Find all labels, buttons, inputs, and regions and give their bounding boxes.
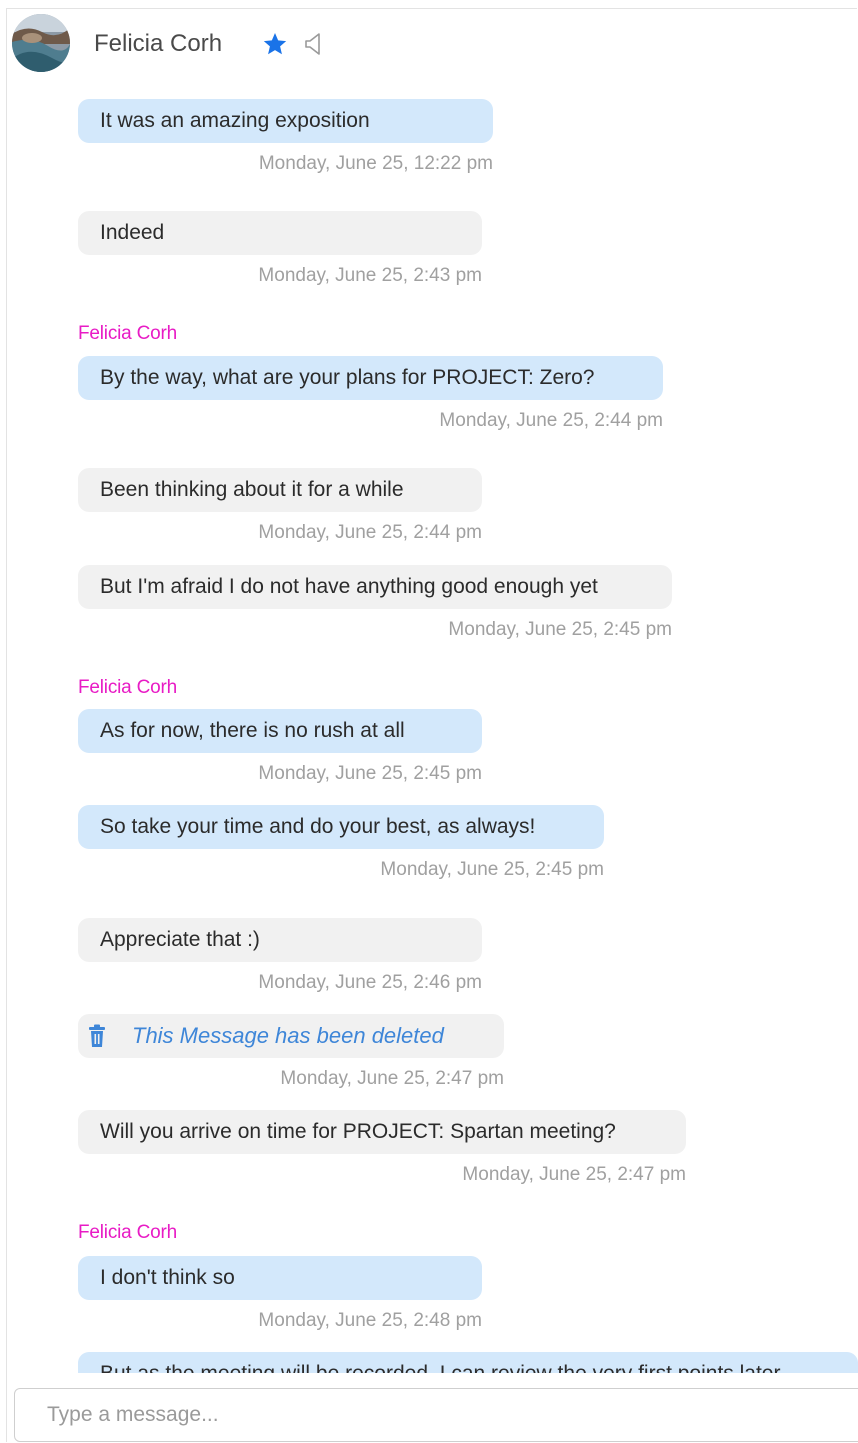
message-outgoing: Appreciate that :) Monday, June 25, 2:46… <box>78 918 482 993</box>
message-bubble[interactable]: Appreciate that :) <box>78 918 482 962</box>
message-bubble[interactable]: This Message has been deleted <box>78 1014 504 1058</box>
message-text: By the way, what are your plans for PROJ… <box>100 366 595 389</box>
message-incoming: But as the meeting will be recorded, I c… <box>78 1352 858 1373</box>
message-input[interactable] <box>15 1389 855 1441</box>
message-text: It was an amazing exposition <box>100 109 370 132</box>
sender-name: Felicia Corh <box>78 323 177 344</box>
message-timestamp: Monday, June 25, 2:47 pm <box>462 1164 686 1185</box>
message-composer <box>14 1388 858 1442</box>
message-text: So take your time and do your best, as a… <box>100 815 536 838</box>
message-timestamp: Monday, June 25, 2:45 pm <box>448 619 672 640</box>
avatar[interactable] <box>12 14 70 72</box>
message-incoming: As for now, there is no rush at all Mond… <box>78 709 482 784</box>
message-timestamp: Monday, June 25, 2:46 pm <box>258 972 482 993</box>
message-deleted: This Message has been deleted Monday, Ju… <box>78 1014 504 1089</box>
message-bubble[interactable]: Indeed <box>78 211 482 255</box>
avatar-photo-icon <box>12 14 70 72</box>
message-incoming: By the way, what are your plans for PROJ… <box>78 356 663 431</box>
message-timestamp: Monday, June 25, 2:43 pm <box>258 265 482 286</box>
message-outgoing: Been thinking about it for a while Monda… <box>78 468 482 543</box>
chat-header: Felicia Corh <box>12 14 412 74</box>
message-timestamp: Monday, June 25, 2:44 pm <box>258 522 482 543</box>
deleted-message-text: This Message has been deleted <box>132 1023 444 1048</box>
message-bubble[interactable]: It was an amazing exposition <box>78 99 493 143</box>
message-timestamp: Monday, June 25, 2:45 pm <box>380 859 604 880</box>
message-timestamp: Monday, June 25, 2:44 pm <box>439 410 663 431</box>
message-text: Will you arrive on time for PROJECT: Spa… <box>100 1120 616 1143</box>
message-outgoing: Will you arrive on time for PROJECT: Spa… <box>78 1110 686 1185</box>
message-text: I don't think so <box>100 1266 235 1289</box>
message-bubble[interactable]: But as the meeting will be recorded, I c… <box>78 1352 858 1373</box>
message-text: Indeed <box>100 221 165 244</box>
message-text: Been thinking about it for a while <box>100 478 404 501</box>
message-outgoing: But I'm afraid I do not have anything go… <box>78 565 672 640</box>
contact-name[interactable]: Felicia Corh <box>94 30 222 58</box>
sender-name: Felicia Corh <box>78 1222 177 1243</box>
message-timestamp: Monday, June 25, 2:47 pm <box>280 1068 504 1089</box>
message-bubble[interactable]: Will you arrive on time for PROJECT: Spa… <box>78 1110 686 1154</box>
star-icon[interactable] <box>262 31 288 57</box>
message-text: But as the meeting will be recorded, I c… <box>100 1362 780 1373</box>
message-bubble[interactable]: So take your time and do your best, as a… <box>78 805 604 849</box>
message-bubble[interactable]: I don't think so <box>78 1256 482 1300</box>
message-text: As for now, there is no rush at all <box>100 719 405 742</box>
message-incoming: So take your time and do your best, as a… <box>78 805 604 880</box>
message-timestamp: Monday, June 25, 2:45 pm <box>258 763 482 784</box>
message-bubble[interactable]: By the way, what are your plans for PROJ… <box>78 356 663 400</box>
message-incoming: I don't think so Monday, June 25, 2:48 p… <box>78 1256 482 1331</box>
message-timestamp: Monday, June 25, 2:48 pm <box>258 1310 482 1331</box>
message-text: Appreciate that :) <box>100 928 260 951</box>
message-outgoing: Indeed Monday, June 25, 2:43 pm <box>78 211 482 286</box>
message-timestamp: Monday, June 25, 12:22 pm <box>258 153 493 174</box>
trash-icon <box>89 1024 105 1047</box>
sender-name: Felicia Corh <box>78 677 177 698</box>
message-list[interactable]: It was an amazing exposition Monday, Jun… <box>0 0 858 1373</box>
speaker-muted-icon[interactable] <box>303 32 325 56</box>
message-bubble[interactable]: As for now, there is no rush at all <box>78 709 482 753</box>
message-bubble[interactable]: Been thinking about it for a while <box>78 468 482 512</box>
message-incoming: It was an amazing exposition Monday, Jun… <box>78 99 493 174</box>
message-text: But I'm afraid I do not have anything go… <box>100 575 598 598</box>
message-bubble[interactable]: But I'm afraid I do not have anything go… <box>78 565 672 609</box>
